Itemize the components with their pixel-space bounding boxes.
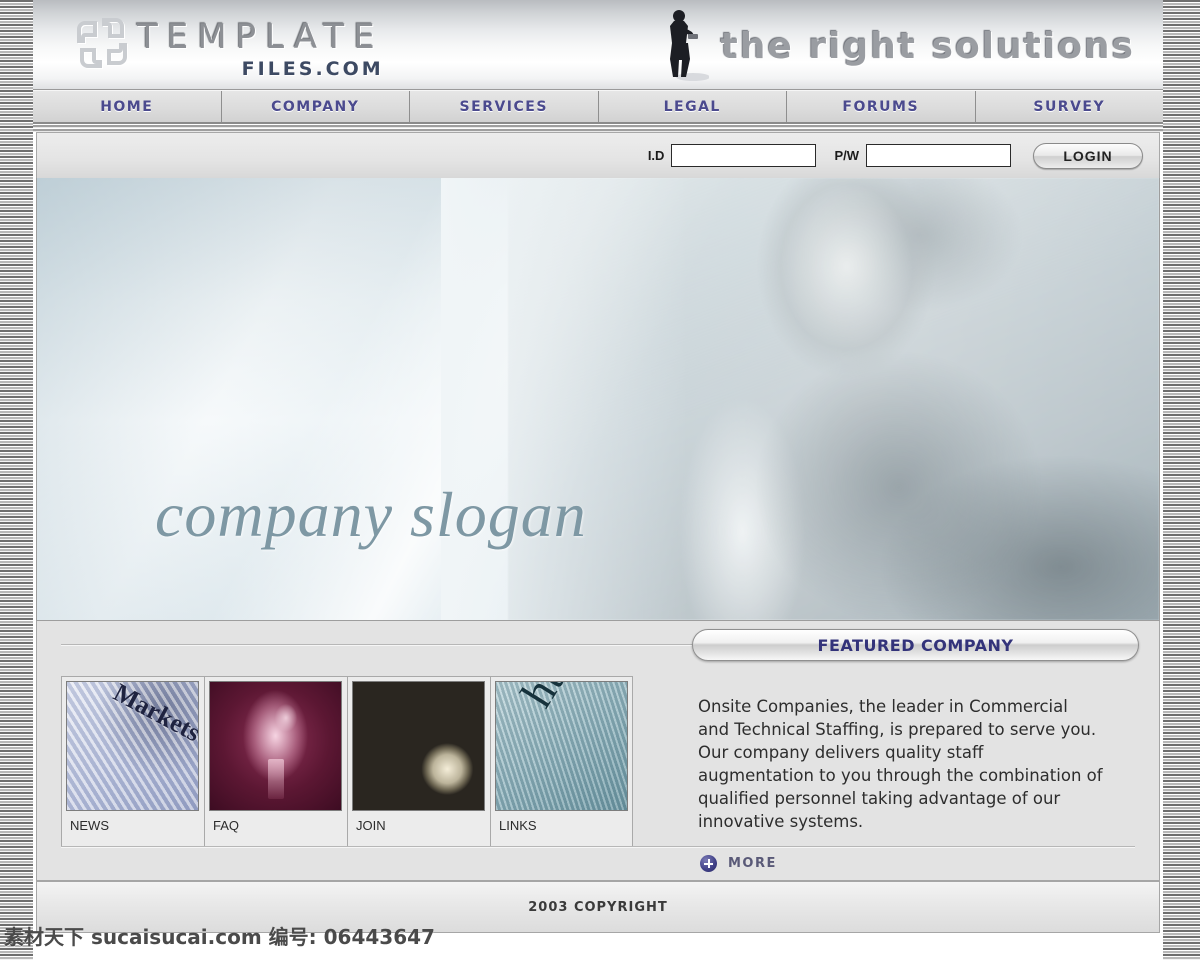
tile-label: NEWS: [70, 818, 109, 833]
password-input[interactable]: [866, 144, 1011, 167]
site-tagline: the right solutions: [655, 4, 1136, 88]
pw-label: P/W: [834, 148, 859, 163]
tile-news[interactable]: NEWS: [61, 676, 204, 848]
hero-photo-fade: [440, 178, 688, 620]
page-frame: TEMPLATE FILES.COM the right solutions H…: [33, 0, 1163, 960]
logo-subtitle: FILES.COM: [241, 58, 384, 80]
login-button[interactable]: LOGIN: [1033, 142, 1143, 169]
nav-label: LEGAL: [663, 98, 721, 115]
copyright-text: 2003 COPYRIGHT: [528, 899, 668, 915]
nav-item-services[interactable]: SERVICES: [410, 91, 599, 122]
stock-image-watermark: 素材天下 sucaisucai.com 编号: 06443647: [4, 925, 435, 949]
id-field-group: I.D: [648, 144, 817, 167]
content-bottom-divider: [61, 846, 1135, 848]
gears-thumbnail: [352, 681, 485, 811]
hero-banner: company slogan: [36, 178, 1160, 621]
featured-company-panel: FEATURED COMPANY Onsite Companies, the l…: [692, 629, 1139, 872]
main-content: NEWS FAQ JOIN LINKS: [36, 621, 1160, 881]
nav-label: COMPANY: [271, 98, 360, 115]
nav-item-company[interactable]: COMPANY: [221, 91, 410, 122]
login-bar: I.D P/W LOGIN: [36, 132, 1160, 178]
pw-field-group: P/W: [834, 144, 1011, 167]
http-text-thumbnail: [495, 681, 628, 811]
nav-divider: [33, 124, 1163, 132]
tile-join[interactable]: JOIN: [347, 676, 490, 848]
lightbulb-thumbnail: [209, 681, 342, 811]
nav-item-survey[interactable]: SURVEY: [975, 91, 1163, 122]
tagline-text: the right solutions: [720, 25, 1135, 67]
featured-company-title: FEATURED COMPANY: [817, 635, 1014, 655]
tile-label: JOIN: [356, 818, 386, 833]
right-border-stripe: [1163, 0, 1200, 960]
nav-item-home[interactable]: HOME: [33, 91, 222, 122]
id-label: I.D: [647, 148, 665, 163]
tile-faq[interactable]: FAQ: [204, 676, 347, 848]
nav-label: SURVEY: [1033, 98, 1106, 115]
site-header: TEMPLATE FILES.COM the right solutions: [33, 0, 1163, 90]
plus-circle-icon: [700, 855, 717, 872]
main-navigation: HOME COMPANY SERVICES LEGAL FORUMS SURVE…: [33, 90, 1163, 124]
nav-item-forums[interactable]: FORUMS: [787, 91, 976, 122]
site-logo[interactable]: TEMPLATE FILES.COM: [71, 12, 384, 80]
newspaper-markets-thumbnail: [66, 681, 199, 811]
tile-label: LINKS: [499, 818, 537, 833]
tile-label: FAQ: [213, 818, 240, 833]
nav-label: SERVICES: [459, 98, 548, 115]
interlocking-knot-logo-icon: [71, 12, 133, 74]
nav-label: FORUMS: [842, 98, 920, 115]
businesswoman-silhouette-icon: [655, 7, 710, 85]
featured-company-header: FEATURED COMPANY: [692, 629, 1139, 661]
quicklink-tiles: NEWS FAQ JOIN LINKS: [61, 676, 633, 848]
logo-title: TEMPLATE: [137, 17, 384, 57]
left-border-stripe: [0, 0, 33, 960]
featured-company-body: Onsite Companies, the leader in Commerci…: [698, 697, 1103, 831]
more-label: MORE: [728, 856, 777, 871]
more-link[interactable]: MORE: [700, 855, 1139, 872]
tile-links[interactable]: LINKS: [490, 676, 633, 848]
hero-slogan: company slogan: [155, 479, 587, 550]
nav-label: HOME: [100, 98, 154, 115]
nav-item-legal[interactable]: LEGAL: [598, 91, 787, 122]
id-input[interactable]: [671, 144, 817, 167]
